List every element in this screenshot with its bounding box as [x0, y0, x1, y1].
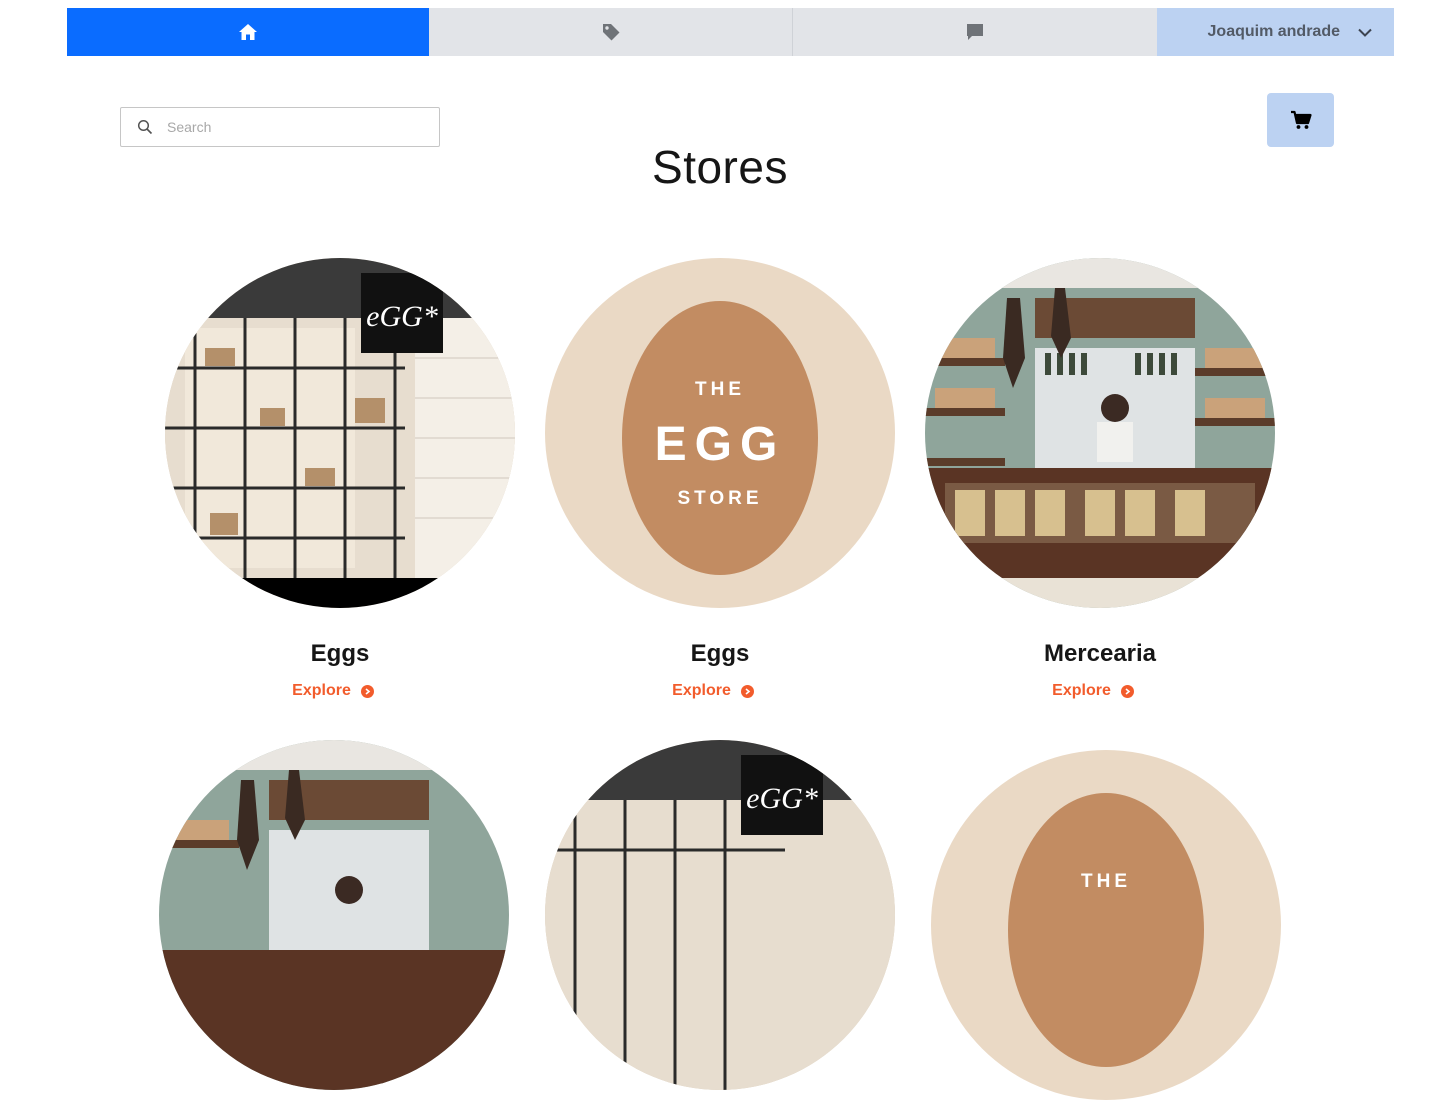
- tag-icon: [601, 22, 621, 42]
- explore-label: Explore: [1052, 682, 1111, 699]
- cart-icon: [1290, 110, 1312, 130]
- store-image[interactable]: eGG*: [165, 258, 515, 608]
- arrow-right-icon: [740, 684, 754, 698]
- explore-link[interactable]: Explore: [545, 682, 895, 700]
- user-name: Joaquim andrade: [1207, 23, 1340, 40]
- store-image[interactable]: [925, 258, 1275, 608]
- search-input[interactable]: [165, 118, 419, 136]
- search-icon: [137, 119, 153, 135]
- cart-button[interactable]: [1267, 93, 1334, 147]
- store-card: THE: [931, 750, 1281, 1100]
- nav-tab-home[interactable]: [67, 8, 429, 56]
- arrow-right-icon: [360, 684, 374, 698]
- explore-link[interactable]: Explore: [925, 682, 1275, 700]
- store-card: eGG*: [545, 740, 895, 1090]
- store-name: Eggs: [690, 640, 750, 667]
- logo-store-text: STORE: [677, 488, 762, 509]
- page-title: Stores: [652, 141, 788, 193]
- user-menu[interactable]: Joaquim andrade: [1157, 8, 1394, 56]
- explore-label: Explore: [672, 682, 731, 699]
- arrow-right-icon: [1120, 684, 1134, 698]
- top-navigation: Joaquim andrade: [67, 8, 1394, 56]
- store-name: Mercearia: [1043, 640, 1157, 667]
- store-image[interactable]: THE: [931, 750, 1281, 1100]
- home-icon: [238, 23, 258, 41]
- store-card: THE EGG STORE Eggs Explore: [545, 258, 895, 699]
- egg-sign-text: eGG*: [366, 300, 438, 333]
- logo-the-text: THE: [1081, 871, 1131, 892]
- store-image[interactable]: [159, 740, 509, 1090]
- store-image[interactable]: eGG*: [545, 740, 895, 1090]
- chevron-down-icon: [1358, 28, 1372, 37]
- egg-sign-text: eGG*: [746, 782, 818, 815]
- logo-the-text: THE: [695, 379, 745, 400]
- explore-label: Explore: [292, 682, 351, 699]
- nav-tab-offers[interactable]: [429, 8, 793, 56]
- chat-icon: [965, 22, 985, 42]
- explore-link[interactable]: Explore: [165, 682, 515, 700]
- nav-tab-messages[interactable]: [793, 8, 1157, 56]
- store-image[interactable]: THE EGG STORE: [545, 258, 895, 608]
- store-card: Mercearia Explore: [925, 258, 1275, 699]
- store-name: Eggs: [310, 640, 370, 667]
- logo-egg-text: EGG: [655, 418, 786, 471]
- store-card: [159, 740, 509, 1090]
- store-card: eGG* Eggs Explore: [165, 258, 515, 699]
